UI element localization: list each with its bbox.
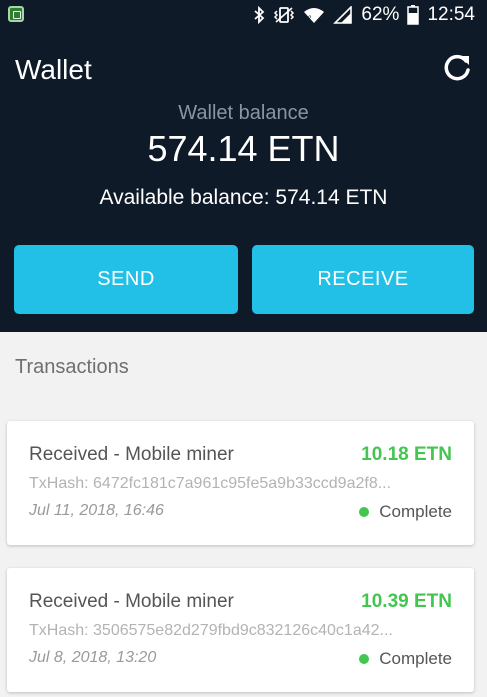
- transaction-status: Complete: [359, 649, 452, 669]
- battery-icon: [407, 5, 420, 25]
- transaction-hash: TxHash: 6472fc181c7a961c95fe5a9b33ccd9a2…: [29, 475, 392, 492]
- clock: 12:54: [427, 4, 475, 25]
- signal-icon: [333, 6, 353, 24]
- wifi-icon: ?: [303, 6, 325, 24]
- battery-percent: 62%: [361, 4, 400, 25]
- bluetooth-icon: [253, 6, 265, 24]
- status-bar: ? 62% 12:54: [0, 0, 487, 30]
- page-title: Wallet: [15, 54, 92, 85]
- app-icon: [8, 6, 24, 22]
- receive-button[interactable]: RECEIVE: [252, 245, 474, 314]
- transaction-amount: 10.39 ETN: [361, 591, 452, 612]
- transaction-date: Jul 11, 2018, 16:46: [29, 502, 164, 519]
- status-label: Complete: [379, 649, 452, 668]
- transaction-hash: TxHash: 3506575e82d279fbd9c832126c40c1a4…: [29, 622, 393, 639]
- status-label: Complete: [379, 502, 452, 521]
- transaction-date: Jul 8, 2018, 13:20: [29, 649, 157, 666]
- transaction-type: Received - Mobile miner: [29, 444, 234, 465]
- status-dot-icon: [359, 507, 370, 517]
- transaction-amount: 10.18 ETN: [361, 444, 452, 465]
- wallet-header: Wallet Wallet balance 574.14 ETN Availab…: [0, 30, 487, 332]
- status-dot-icon: [359, 654, 370, 664]
- send-button[interactable]: SEND: [14, 245, 238, 314]
- transaction-status: Complete: [359, 502, 452, 522]
- vibrate-icon: [273, 6, 295, 24]
- balance-label: Wallet balance: [178, 102, 309, 124]
- status-icons: ? 62% 12:54: [253, 0, 475, 30]
- transaction-type: Received - Mobile miner: [29, 591, 234, 612]
- transactions-title: Transactions: [15, 356, 129, 378]
- refresh-icon[interactable]: [441, 52, 473, 84]
- available-balance: Available balance: 574.14 ETN: [99, 186, 388, 209]
- transaction-card[interactable]: Received - Mobile miner 10.18 ETN TxHash…: [7, 421, 474, 545]
- transaction-card[interactable]: Received - Mobile miner 10.39 ETN TxHash…: [7, 568, 474, 692]
- balance-value: 574.14 ETN: [147, 128, 340, 169]
